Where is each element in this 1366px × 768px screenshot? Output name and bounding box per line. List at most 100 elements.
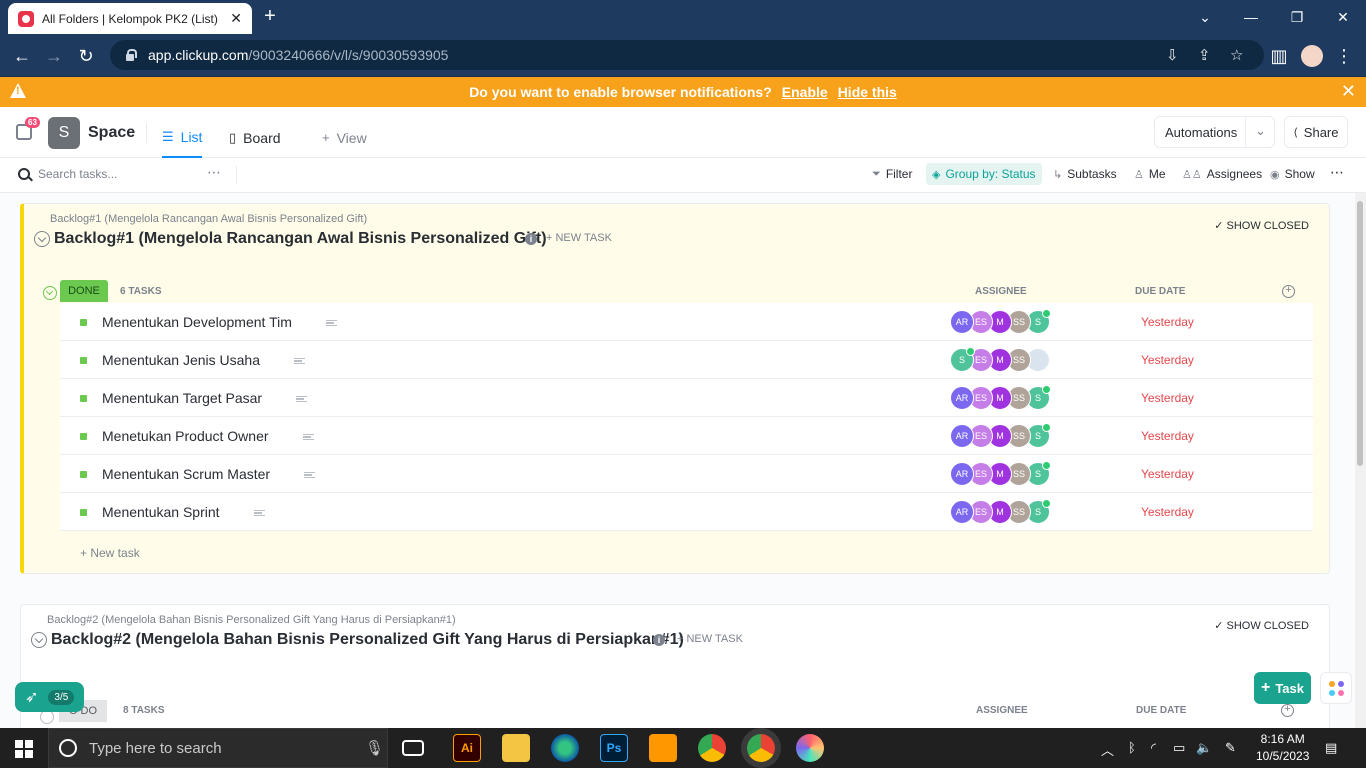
assignee-avatar[interactable]: AR xyxy=(950,500,974,524)
enable-notifications-link[interactable]: Enable xyxy=(782,84,828,100)
new-task-button[interactable]: + New task xyxy=(80,546,140,560)
microphone-icon[interactable]: 🎙 xyxy=(365,739,384,757)
task-row[interactable]: Menetukan Product Owner AR ES M SS S Yesterday xyxy=(60,417,1313,455)
status-collapse-icon[interactable] xyxy=(43,286,57,300)
due-date[interactable]: Yesterday xyxy=(1141,429,1194,443)
list-title[interactable]: Backlog#2 (Mengelola Bahan Bisnis Person… xyxy=(51,631,684,649)
breadcrumb[interactable]: Backlog#1 (Mengelola Rancangan Awal Bisn… xyxy=(50,213,367,225)
assignee-avatar[interactable]: AR xyxy=(950,462,974,486)
task-name[interactable]: Menentukan Target Pasar xyxy=(102,390,262,406)
chrome-icon[interactable] xyxy=(698,734,726,762)
space-avatar[interactable]: S xyxy=(48,117,80,149)
clickup-app-icon[interactable] xyxy=(796,734,824,762)
show-closed-button[interactable]: ✓ SHOW CLOSED xyxy=(1214,219,1309,232)
sidebar-toggle-icon[interactable]: ▥ xyxy=(1265,42,1293,70)
install-app-icon[interactable]: ⇩ xyxy=(1166,46,1179,64)
apps-grid-icon[interactable] xyxy=(1320,672,1352,704)
task-status-square-icon[interactable] xyxy=(80,509,87,516)
filter-button[interactable]: ⏷ Filter xyxy=(872,167,912,181)
breadcrumb[interactable]: Backlog#2 (Mengelola Bahan Bisnis Person… xyxy=(47,614,456,626)
me-button[interactable]: ♙ Me xyxy=(1134,167,1166,181)
search-input[interactable]: Search tasks... xyxy=(38,167,117,181)
task-status-square-icon[interactable] xyxy=(80,395,87,402)
subtasks-button[interactable]: ↳ Subtasks xyxy=(1053,167,1117,181)
task-row[interactable]: Menentukan Target Pasar AR ES M SS S Yesterday xyxy=(60,379,1313,417)
due-date[interactable]: Yesterday xyxy=(1141,467,1194,481)
assignee-avatar[interactable]: AR xyxy=(950,310,974,334)
close-banner-icon[interactable]: ✕ xyxy=(1341,81,1356,102)
assignee-column-header[interactable]: ASSIGNEE xyxy=(975,286,1027,297)
task-name[interactable]: Menentukan Scrum Master xyxy=(102,466,270,482)
assignees-button[interactable]: ♙♙ Assignees xyxy=(1182,167,1262,181)
search-tasks[interactable]: Search tasks... xyxy=(18,167,117,181)
reload-button[interactable]: ↻ xyxy=(72,42,100,70)
notification-center-icon[interactable]: ▤ xyxy=(1325,740,1337,756)
info-icon[interactable]: i xyxy=(653,634,665,646)
automations-button[interactable]: Automations ⌄ xyxy=(1154,116,1275,148)
photoshop-icon[interactable]: Ps xyxy=(600,734,628,762)
due-date[interactable]: Yesterday xyxy=(1141,315,1194,329)
taskbar-search-input[interactable]: Type here to search xyxy=(89,740,222,757)
task-name[interactable]: Menentukan Jenis Usaha xyxy=(102,352,260,368)
maximize-button[interactable]: ❐ xyxy=(1274,0,1320,34)
scrollbar-thumb[interactable] xyxy=(1357,201,1363,466)
edge-icon[interactable] xyxy=(551,734,579,762)
collapse-chevron-icon[interactable] xyxy=(34,231,50,247)
chrome-active-icon[interactable] xyxy=(747,734,775,762)
new-task-header-button[interactable]: + NEW TASK xyxy=(677,633,743,645)
task-status-square-icon[interactable] xyxy=(80,357,87,364)
add-column-icon[interactable]: + xyxy=(1282,285,1295,298)
new-task-header-button[interactable]: + NEW TASK xyxy=(546,232,612,244)
show-hidden-icons-chevron[interactable]: ︿ xyxy=(1101,740,1114,759)
search-options-icon[interactable]: ⋯ xyxy=(207,164,221,181)
add-column-icon[interactable]: + xyxy=(1281,704,1294,717)
task-status-square-icon[interactable] xyxy=(80,433,87,440)
tab-list[interactable]: ☰ List xyxy=(162,117,203,158)
browser-menu-icon[interactable]: ⋮ xyxy=(1330,42,1358,70)
task-status-square-icon[interactable] xyxy=(80,471,87,478)
assignee-avatars[interactable]: AR ES M SS S xyxy=(950,385,1070,410)
hide-notification-link[interactable]: Hide this xyxy=(838,84,897,100)
browser-tab-active[interactable]: All Folders | Kelompok PK2 (List) ✕ xyxy=(8,3,252,34)
task-row[interactable]: Menentukan Development Tim AR ES M SS S Yester… xyxy=(60,303,1313,341)
more-options-icon[interactable]: ⋯ xyxy=(1330,164,1344,181)
share-page-icon[interactable]: ⇪ xyxy=(1198,46,1211,64)
show-button[interactable]: ◉ Show xyxy=(1270,167,1315,181)
windows-start-icon[interactable] xyxy=(15,740,33,758)
assignee-avatars[interactable]: S ES M SS xyxy=(950,347,1070,372)
list-title[interactable]: Backlog#1 (Mengelola Rancangan Awal Bisn… xyxy=(54,230,547,248)
info-icon[interactable]: i xyxy=(525,233,537,245)
assignee-column-header[interactable]: ASSIGNEE xyxy=(976,705,1028,716)
forward-button[interactable]: → xyxy=(40,42,68,70)
add-view-button[interactable]: + View xyxy=(322,117,367,158)
tab-search-chevron-icon[interactable]: ⌄ xyxy=(1182,0,1228,34)
profile-avatar[interactable] xyxy=(1298,42,1326,70)
task-name[interactable]: Menetukan Product Owner xyxy=(102,428,269,444)
share-button[interactable]: ⟨ Share xyxy=(1284,116,1348,148)
taskbar-search[interactable]: Type here to search 🎙 xyxy=(48,728,388,768)
scrollbar[interactable] xyxy=(1355,193,1366,728)
show-closed-button[interactable]: ✓ SHOW CLOSED xyxy=(1214,619,1309,632)
bookmark-star-icon[interactable]: ☆ xyxy=(1230,46,1243,64)
close-tab-icon[interactable]: ✕ xyxy=(230,10,242,27)
chevron-down-icon[interactable]: ⌄ xyxy=(1255,123,1266,139)
back-button[interactable]: ← xyxy=(8,42,36,70)
collapse-chevron-icon[interactable] xyxy=(31,632,47,648)
task-status-square-icon[interactable] xyxy=(80,319,87,326)
onboarding-progress-button[interactable]: ➶ 3/5 xyxy=(15,682,84,712)
status-badge[interactable]: DONE xyxy=(60,280,108,302)
assignee-avatars[interactable]: AR ES M SS S xyxy=(950,461,1070,486)
status-collapse-icon[interactable] xyxy=(40,710,54,724)
assignee-avatars[interactable]: AR ES M SS S xyxy=(950,499,1070,524)
new-tab-button[interactable]: + xyxy=(258,5,282,28)
assignee-avatar[interactable]: S xyxy=(950,347,975,372)
due-date-column-header[interactable]: DUE DATE xyxy=(1136,705,1186,716)
tab-board[interactable]: ▯ Board xyxy=(229,117,281,158)
space-name[interactable]: Space xyxy=(88,124,135,142)
task-view-icon[interactable] xyxy=(402,740,424,756)
assignee-avatars[interactable]: AR ES M SS S xyxy=(950,309,1070,334)
pen-icon[interactable]: ✎ xyxy=(1225,740,1236,756)
address-bar[interactable]: app.clickup.com/9003240666/v/l/s/9003059… xyxy=(110,40,1264,70)
minimize-button[interactable]: — xyxy=(1228,0,1274,34)
battery-icon[interactable]: ▭ xyxy=(1173,740,1185,756)
